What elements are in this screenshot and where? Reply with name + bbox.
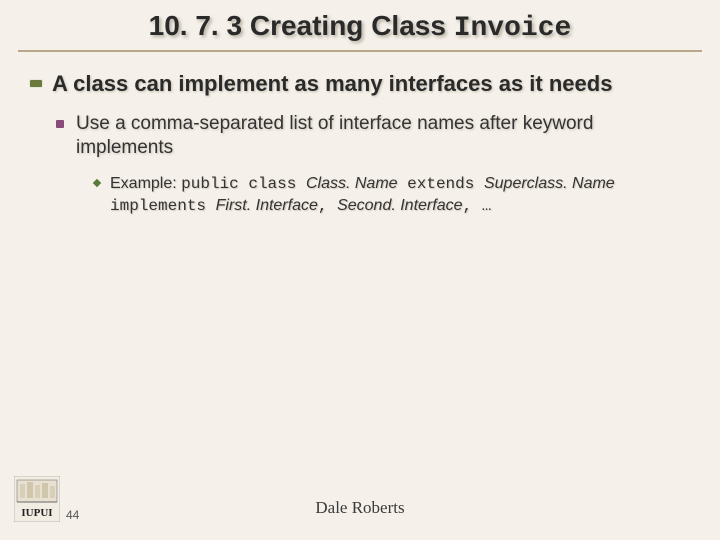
bullet-level-1: A class can implement as many interfaces… [52, 70, 680, 98]
comma-1: , [318, 197, 337, 215]
code-extends: extends [398, 175, 484, 193]
tail-ellipsis: , … [463, 197, 492, 215]
footer: IUPUI 44 Dale Roberts [0, 482, 720, 528]
ital-second-interface: Second. Interface [337, 197, 462, 214]
ital-superclass: Superclass. Name [484, 175, 615, 192]
title-container: 10. 7. 3 Creating Class Invoice [18, 0, 702, 52]
title-mono: Invoice [454, 13, 572, 44]
code-public-class: public class [181, 175, 306, 193]
bullet-level-3: Example: public class Class. Name extend… [110, 173, 680, 218]
ital-classname: Class. Name [306, 175, 398, 192]
title-text: 10. 7. 3 Creating Class [149, 10, 454, 41]
slide: 10. 7. 3 Creating Class Invoice A class … [0, 0, 720, 540]
ital-first-interface: First. Interface [216, 197, 318, 214]
author-name: Dale Roberts [0, 498, 720, 518]
code-implements: implements [110, 197, 216, 215]
bullet-level-2: Use a comma-separated list of interface … [76, 112, 680, 161]
example-lead: Example: [110, 175, 181, 192]
slide-title: 10. 7. 3 Creating Class Invoice [18, 10, 702, 44]
slide-body: A class can implement as many interfaces… [0, 52, 720, 218]
